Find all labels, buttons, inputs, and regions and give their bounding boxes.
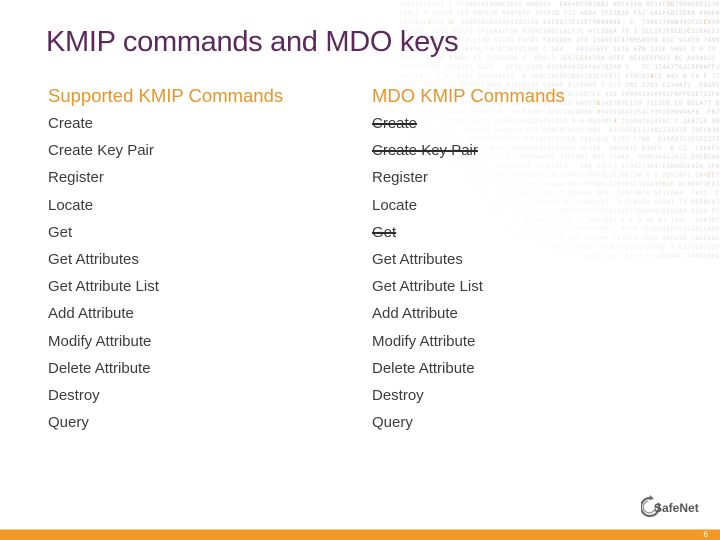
- mdo-commands-column: MDO KMIP Commands Create Create Key Pair R…: [372, 83, 565, 436]
- supported-command-item: Delete Attribute: [48, 359, 151, 377]
- mdo-command-item: Delete Attribute: [372, 359, 475, 377]
- mdo-command-item: Create: [372, 115, 418, 132]
- supported-commands-header: Supported KMIP Commands: [48, 85, 284, 106]
- page-number: 6: [703, 530, 708, 539]
- mdo-command-item: Get Attribute List: [372, 278, 483, 296]
- safenet-logo: SafeNet: [641, 495, 713, 519]
- footer-bar: [0, 529, 720, 540]
- safenet-logo-icon: SafeNet: [641, 495, 699, 518]
- mdo-commands-header: MDO KMIP Commands: [372, 85, 565, 106]
- mdo-command-item: Locate: [372, 196, 418, 214]
- supported-command-item: Query: [48, 414, 89, 432]
- supported-command-item: Create: [48, 115, 94, 132]
- supported-command-item: Get Attributes: [48, 250, 139, 268]
- mdo-command-item: Get: [372, 223, 397, 241]
- mdo-commands-list: Create Create Key Pair Register Locate Get Ge…: [372, 110, 565, 436]
- supported-command-item: Locate: [48, 196, 94, 214]
- mdo-command-item: Get Attributes: [372, 250, 463, 268]
- supported-command-item: Modify Attribute: [48, 332, 152, 350]
- mdo-command-item: Add Attribute: [372, 305, 458, 323]
- safenet-logo-text: SafeNet: [654, 501, 699, 515]
- supported-commands-list: Create Create Key Pair Register Locate Get Ge…: [48, 110, 283, 436]
- supported-command-item: Create Key Pair: [48, 142, 154, 160]
- supported-command-item: Destroy: [48, 386, 100, 404]
- mdo-command-item: Create Key Pair: [372, 142, 478, 160]
- supported-command-item: Get Attribute List: [48, 278, 159, 296]
- mdo-command-item: Register: [372, 169, 428, 187]
- mdo-command-item: Query: [372, 414, 413, 432]
- mdo-command-item: Modify Attribute: [372, 332, 476, 350]
- supported-command-item: Add Attribute: [48, 305, 134, 323]
- supported-command-item: Get: [48, 223, 73, 241]
- slide-title: KMIP commands and MDO keys: [46, 26, 459, 58]
- supported-command-item: Register: [48, 169, 104, 187]
- mdo-command-item: Destroy: [372, 386, 424, 404]
- supported-commands-column: Supported KMIP Commands Create Create Key…: [48, 83, 283, 436]
